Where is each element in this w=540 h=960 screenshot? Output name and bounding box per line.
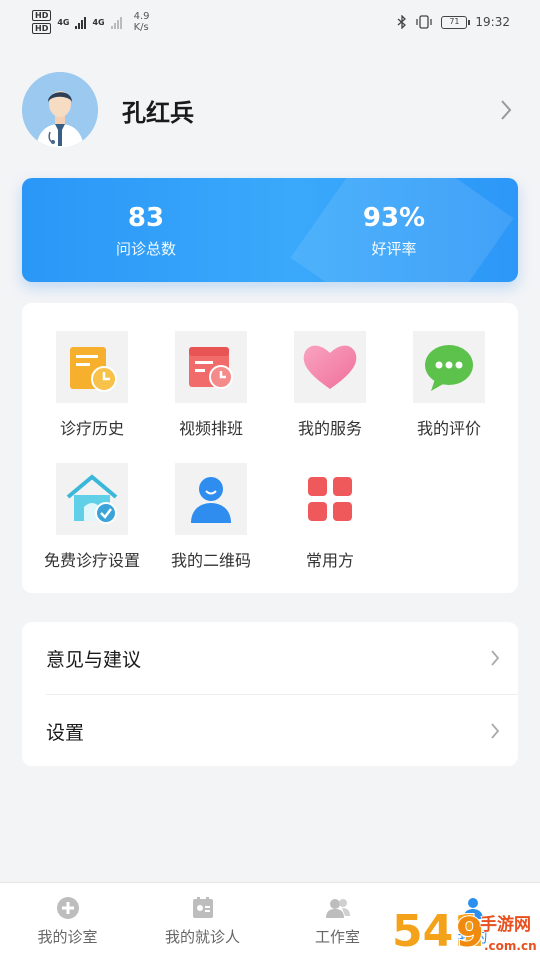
nav-label: 我的诊室 [37, 928, 98, 946]
bluetooth-icon [397, 15, 407, 29]
feature-my-services[interactable]: 我的服务 [268, 331, 392, 451]
status-left: HD HD 4G 4G 4.9 K/s [32, 10, 150, 34]
feature-label: 常用方 [305, 551, 354, 570]
feature-grid: 诊疗历史 视频排班 我的服务 我的评价 免费诊疗设置 我的二维码 常用方 [22, 303, 518, 593]
settings-menu: 意见与建议 设置 [22, 622, 518, 766]
consult-count-stat[interactable]: 83 问诊总数 [22, 178, 270, 282]
calendar-clock-icon [175, 331, 247, 403]
nav-tab-workroom[interactable]: 工作室 [270, 883, 405, 960]
signal-icon-1 [75, 15, 87, 29]
user-icon [175, 463, 247, 535]
menu-item-feedback[interactable]: 意见与建议 [22, 622, 518, 694]
menu-item-settings[interactable]: 设置 [22, 695, 518, 767]
speed-unit: K/s [133, 22, 149, 33]
group-icon [325, 899, 350, 918]
patient-card-icon [192, 897, 213, 918]
network-speed: 4.9 K/s [134, 11, 150, 33]
consult-count-value: 83 [127, 202, 165, 233]
house-check-icon [56, 463, 128, 535]
chat-bubble-icon [413, 331, 485, 403]
feature-label: 诊疗历史 [59, 419, 124, 438]
doctor-name: 孔红兵 [122, 98, 194, 127]
nav-tab-patients[interactable]: 我的就诊人 [135, 883, 270, 960]
clock: 19:32 [475, 15, 510, 29]
feature-common-prescriptions[interactable]: 常用方 [268, 463, 392, 583]
status-right: 71 19:32 [397, 15, 510, 29]
plus-circle-icon [56, 897, 79, 919]
hd-indicators: HD HD [32, 10, 52, 34]
menu-item-label: 设置 [46, 721, 85, 744]
feature-label: 免费诊疗设置 [43, 551, 140, 570]
svg-text:.com.cn: .com.cn [484, 939, 537, 953]
chevron-right-icon [491, 723, 500, 739]
feature-free-consult-settings[interactable]: 免费诊疗设置 [30, 463, 154, 583]
heart-icon [294, 331, 366, 403]
status-bar: HD HD 4G 4G 4.9 K/s 71 19:32 [0, 0, 540, 44]
menu-item-label: 意见与建议 [46, 648, 142, 671]
consult-count-label: 问诊总数 [115, 239, 176, 258]
watermark-logo: 541 9 手游网 .com.cn [390, 900, 538, 958]
profile-header[interactable]: 孔红兵 [22, 72, 520, 148]
hd-badge-2: HD [32, 23, 52, 34]
nav-label: 我的就诊人 [164, 928, 240, 946]
vibrate-icon [416, 15, 433, 29]
network-type-2: 4G [92, 17, 105, 27]
feature-label: 我的评价 [416, 419, 481, 438]
nav-label: 工作室 [314, 928, 360, 946]
svg-text:手游网: 手游网 [480, 914, 531, 935]
feature-my-reviews[interactable]: 我的评价 [387, 331, 511, 451]
speed-value: 4.9 [133, 11, 150, 22]
nav-tab-clinic[interactable]: 我的诊室 [0, 883, 135, 960]
network-type-1: 4G [57, 17, 70, 27]
chevron-right-icon[interactable] [496, 96, 516, 124]
feature-label: 我的服务 [297, 419, 362, 438]
feature-label: 视频排班 [178, 419, 243, 438]
feature-my-qrcode[interactable]: 我的二维码 [149, 463, 273, 583]
feature-video-schedule[interactable]: 视频排班 [149, 331, 273, 451]
feature-treatment-history[interactable]: 诊疗历史 [30, 331, 154, 451]
clipboard-clock-icon [56, 331, 128, 403]
doctor-avatar-icon [22, 72, 98, 148]
avatar[interactable] [22, 72, 98, 148]
rating-label: 好评率 [371, 239, 417, 258]
signal-icon-2 [110, 15, 122, 29]
grid-icon [294, 463, 366, 535]
stats-card: 83 问诊总数 93% 好评率 [22, 178, 518, 282]
hd-badge-1: HD [32, 10, 52, 21]
chevron-right-icon [491, 650, 500, 666]
battery-icon: 71 [441, 15, 471, 29]
rating-stat[interactable]: 93% 好评率 [270, 178, 518, 282]
battery-level: 71 [449, 16, 460, 26]
feature-label: 我的二维码 [170, 551, 251, 570]
rating-value: 93% [362, 202, 426, 233]
